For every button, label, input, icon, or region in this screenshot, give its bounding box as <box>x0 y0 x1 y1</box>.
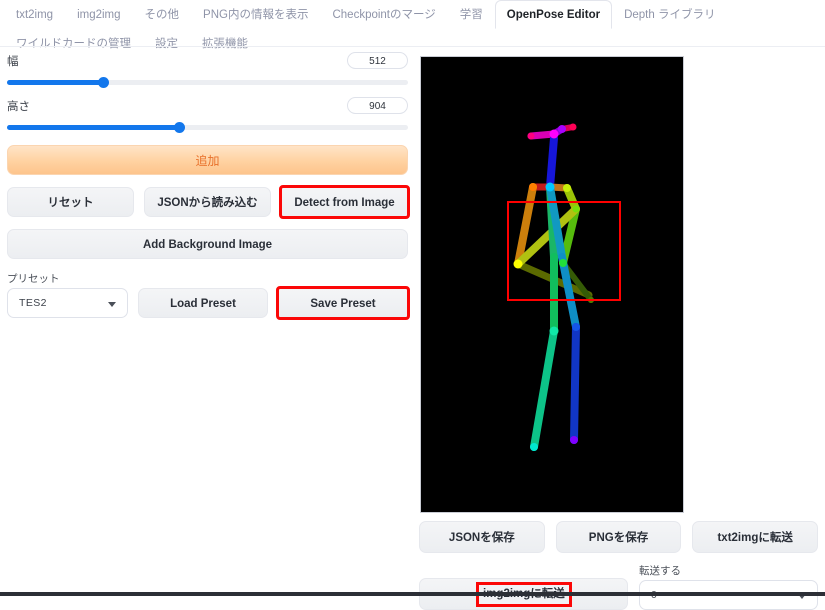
keypoint-lankle[interactable] <box>570 436 578 444</box>
bottom-status-bar <box>0 592 825 596</box>
keypoint-nose[interactable] <box>550 130 559 139</box>
tab-png-info[interactable]: PNG内の情報を表示 <box>191 0 320 29</box>
tab-extras[interactable]: その他 <box>133 0 192 29</box>
pose-skeleton[interactable] <box>421 57 683 512</box>
add-button[interactable]: 追加 <box>7 145 408 175</box>
preset-row: プリセット TES2 Load Preset Save Preset <box>7 272 408 318</box>
preset-select-group: プリセット TES2 <box>7 272 128 318</box>
chevron-down-icon <box>108 302 116 307</box>
height-slider[interactable] <box>7 122 408 132</box>
output-actions-panel: JSONを保存 PNGを保存 txt2imgに転送 img2imgに転送 転送す… <box>419 521 818 610</box>
height-value-input[interactable]: 904 <box>347 97 408 114</box>
keypoint-lwrist[interactable] <box>559 259 567 267</box>
keypoint-leye[interactable] <box>558 125 566 133</box>
tab-train[interactable]: 学習 <box>448 0 495 29</box>
width-slider[interactable] <box>7 77 408 87</box>
keypoint-lshoulder[interactable] <box>563 184 571 192</box>
keypoint-lknee[interactable] <box>572 323 580 331</box>
preset-selected-value: TES2 <box>19 289 47 318</box>
add-background-image-button[interactable]: Add Background Image <box>7 229 408 259</box>
limb-nose-neck <box>550 138 554 187</box>
tab-txt2img[interactable]: txt2img <box>4 0 65 29</box>
output-actions-row-2: img2imgに転送 転送する 0 <box>419 564 818 610</box>
keypoint-rear[interactable] <box>528 133 535 140</box>
openpose-canvas[interactable] <box>420 56 684 513</box>
keypoint-lelbow[interactable] <box>573 206 580 213</box>
detect-from-image-button[interactable]: Detect from Image <box>281 187 408 217</box>
tab-bar-divider <box>0 46 825 47</box>
main-tab-bar: txt2img img2img その他 PNG内の情報を表示 Checkpoin… <box>0 0 825 58</box>
height-control: 高さ 904 <box>7 97 408 132</box>
save-preset-button[interactable]: Save Preset <box>278 288 408 318</box>
send-target-label: 転送する <box>639 564 818 578</box>
save-png-button[interactable]: PNGを保存 <box>556 521 682 553</box>
send-to-txt2img-button[interactable]: txt2imgに転送 <box>692 521 818 553</box>
preset-label: プリセット <box>7 272 128 286</box>
openpose-editor-page: txt2img img2img その他 PNG内の情報を表示 Checkpoin… <box>0 0 825 596</box>
height-slider-thumb[interactable] <box>174 122 185 133</box>
tab-checkpoint-merger[interactable]: Checkpointのマージ <box>320 0 447 29</box>
save-json-button[interactable]: JSONを保存 <box>419 521 545 553</box>
send-target-group: 転送する 0 <box>639 564 818 610</box>
width-slider-thumb[interactable] <box>98 77 109 88</box>
background-image-row: Add Background Image <box>7 229 408 259</box>
keypoint-rankle[interactable] <box>530 443 538 451</box>
primary-actions-row: リセット JSONから読み込む Detect from Image <box>7 187 408 217</box>
output-actions-row-1: JSONを保存 PNGを保存 txt2imgに転送 <box>419 521 818 553</box>
preset-select[interactable]: TES2 <box>7 288 128 318</box>
width-value-input[interactable]: 512 <box>347 52 408 69</box>
tab-img2img[interactable]: img2img <box>65 0 132 29</box>
tab-openpose-editor[interactable]: OpenPose Editor <box>495 0 612 29</box>
reset-button[interactable]: リセット <box>7 187 134 217</box>
width-control: 幅 512 <box>7 52 408 87</box>
keypoint-relbow[interactable] <box>514 260 523 269</box>
keypoint-rknee[interactable] <box>550 327 559 336</box>
keypoint-neck[interactable] <box>546 183 555 192</box>
keypoint-rshoulder[interactable] <box>529 183 537 191</box>
load-preset-button[interactable]: Load Preset <box>138 288 268 318</box>
width-slider-fill <box>7 80 103 85</box>
height-slider-fill <box>7 125 179 130</box>
keypoint-lear[interactable] <box>570 124 577 131</box>
limb-lknee-lankle <box>574 327 576 440</box>
load-from-json-button[interactable]: JSONから読み込む <box>144 187 271 217</box>
tab-depth-library[interactable]: Depth ライブラリ <box>612 0 727 29</box>
editor-controls-panel: 幅 512 高さ 904 追加 リセット JSONから読み込む Detect f <box>7 52 408 318</box>
